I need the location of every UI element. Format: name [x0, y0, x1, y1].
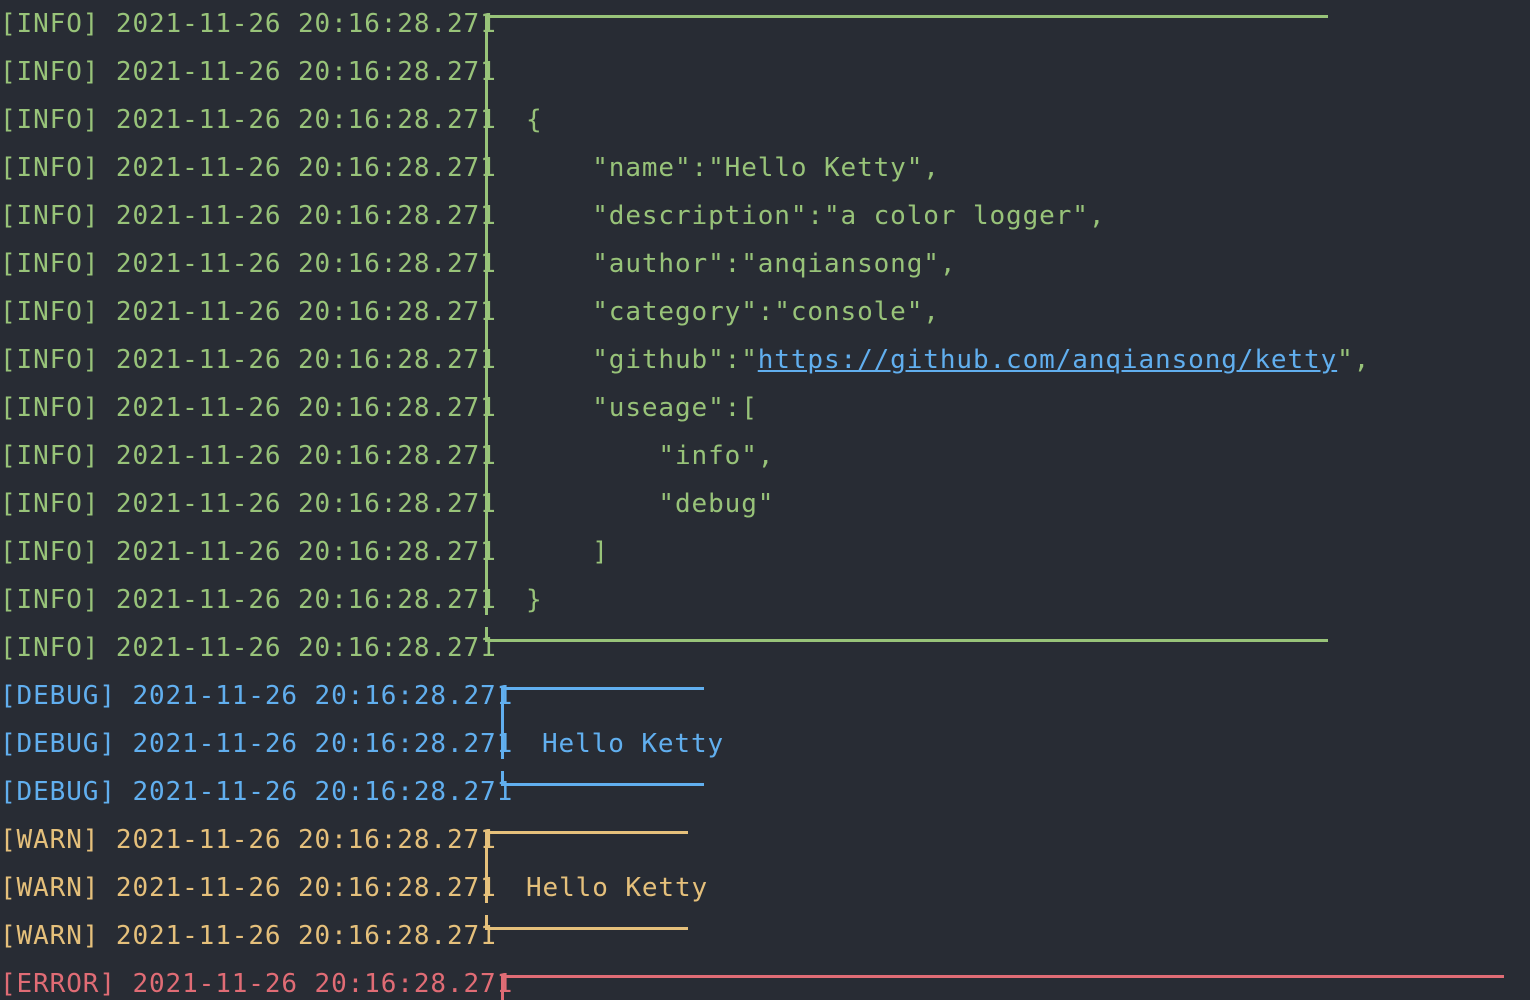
json-open-brace: { [526, 105, 543, 135]
log-line-info: [INFO] 2021-11-26 20:16:28.271 [0, 528, 497, 576]
log-level-tag: [DEBUG] [0, 681, 116, 711]
log-level-tag: [INFO] [0, 345, 100, 375]
json-useage-line: "useage":[ [526, 393, 758, 423]
debug-message: Hello Ketty [542, 729, 725, 759]
json-author-line: "author":"anqiansong", [526, 249, 957, 279]
log-timestamp: 2021-11-26 20:16:28.271 [115, 105, 497, 135]
log-timestamp: 2021-11-26 20:16:28.271 [115, 57, 497, 87]
json-useage-item-debug: "debug" [526, 489, 775, 519]
info-box-bottom-border [485, 627, 1328, 642]
log-timestamp: 2021-11-26 20:16:28.271 [115, 393, 497, 423]
error-box-side-border [501, 987, 504, 1000]
log-level-tag: [INFO] [0, 201, 100, 231]
log-level-tag: [INFO] [0, 57, 100, 87]
log-line-info: [INFO] 2021-11-26 20:16:28.271 [0, 288, 497, 336]
log-line-info: [INFO] 2021-11-26 20:16:28.271 [0, 624, 497, 672]
log-level-tag: [INFO] [0, 297, 100, 327]
log-line-info: [INFO] 2021-11-26 20:16:28.271 [0, 240, 497, 288]
log-timestamp: 2021-11-26 20:16:28.271 [115, 537, 497, 567]
json-name-line: "name":"Hello Ketty", [526, 153, 940, 183]
log-level-tag: [WARN] [0, 825, 100, 855]
log-line-info: [INFO] 2021-11-26 20:16:28.271 [0, 576, 497, 624]
json-github-line: "github":"https://github.com/anqiansong/… [526, 336, 1370, 384]
warn-box-top-border [485, 831, 688, 846]
log-line-info: [INFO] 2021-11-26 20:16:28.271 [0, 48, 497, 96]
log-timestamp: 2021-11-26 20:16:28.271 [132, 681, 514, 711]
log-timestamp: 2021-11-26 20:16:28.271 [115, 345, 497, 375]
log-timestamp: 2021-11-26 20:16:28.271 [115, 153, 497, 183]
log-level-tag: [INFO] [0, 489, 100, 519]
warn-box-side-border [485, 843, 488, 903]
log-line-info: [INFO] 2021-11-26 20:16:28.271 [0, 192, 497, 240]
log-level-tag: [INFO] [0, 249, 100, 279]
log-level-tag: [INFO] [0, 585, 100, 615]
log-line-warn: [WARN] 2021-11-26 20:16:28.271 [0, 912, 497, 960]
error-box-top-border [501, 975, 1504, 990]
log-line-info: [INFO] 2021-11-26 20:16:28.271 [0, 0, 497, 48]
log-level-tag: [DEBUG] [0, 729, 116, 759]
log-level-tag: [INFO] [0, 9, 100, 39]
github-link[interactable]: https://github.com/anqiansong/ketty [758, 345, 1337, 375]
log-line-debug: [DEBUG] 2021-11-26 20:16:28.271 [0, 672, 513, 720]
warn-box-bottom-border [485, 915, 688, 930]
log-timestamp: 2021-11-26 20:16:28.271 [132, 729, 514, 759]
json-useage-item-info: "info", [526, 441, 775, 471]
log-line-info: [INFO] 2021-11-26 20:16:28.271 [0, 384, 497, 432]
log-timestamp: 2021-11-26 20:16:28.271 [115, 921, 497, 951]
log-timestamp: 2021-11-26 20:16:28.271 [115, 9, 497, 39]
json-close-brace: } [526, 585, 543, 615]
log-level-tag: [DEBUG] [0, 777, 116, 807]
json-description-line: "description":"a color logger", [526, 201, 1106, 231]
log-timestamp: 2021-11-26 20:16:28.271 [115, 201, 497, 231]
log-timestamp: 2021-11-26 20:16:28.271 [115, 297, 497, 327]
json-github-key: "github":" [526, 345, 758, 375]
log-timestamp: 2021-11-26 20:16:28.271 [115, 489, 497, 519]
log-level-tag: [INFO] [0, 537, 100, 567]
json-useage-close: ] [526, 537, 609, 567]
warn-message: Hello Ketty [526, 873, 709, 903]
log-line-debug: [DEBUG] 2021-11-26 20:16:28.271 [0, 768, 513, 816]
log-timestamp: 2021-11-26 20:16:28.271 [132, 777, 514, 807]
info-box-side-border [485, 27, 488, 615]
log-line-debug: [DEBUG] 2021-11-26 20:16:28.271 [0, 720, 513, 768]
log-line-info: [INFO] 2021-11-26 20:16:28.271 [0, 480, 497, 528]
log-timestamp: 2021-11-26 20:16:28.271 [115, 441, 497, 471]
json-github-suffix: ", [1337, 345, 1371, 375]
log-line-info: [INFO] 2021-11-26 20:16:28.271 [0, 432, 497, 480]
log-level-tag: [INFO] [0, 393, 100, 423]
log-timestamp: 2021-11-26 20:16:28.271 [132, 969, 514, 999]
log-timestamp: 2021-11-26 20:16:28.271 [115, 873, 497, 903]
log-line-info: [INFO] 2021-11-26 20:16:28.271 [0, 96, 497, 144]
debug-box-side-border [501, 699, 504, 759]
info-box-top-border [485, 15, 1328, 30]
log-timestamp: 2021-11-26 20:16:28.271 [115, 825, 497, 855]
log-line-warn: [WARN] 2021-11-26 20:16:28.271 [0, 816, 497, 864]
log-timestamp: 2021-11-26 20:16:28.271 [115, 633, 497, 663]
log-level-tag: [INFO] [0, 153, 100, 183]
log-level-tag: [WARN] [0, 873, 100, 903]
log-timestamp: 2021-11-26 20:16:28.271 [115, 249, 497, 279]
log-level-tag: [ERROR] [0, 969, 116, 999]
log-level-tag: [INFO] [0, 105, 100, 135]
log-line-warn: [WARN] 2021-11-26 20:16:28.271 [0, 864, 497, 912]
log-timestamp: 2021-11-26 20:16:28.271 [115, 585, 497, 615]
log-level-tag: [INFO] [0, 633, 100, 663]
log-line-info: [INFO] 2021-11-26 20:16:28.271 [0, 336, 497, 384]
log-level-tag: [INFO] [0, 441, 100, 471]
debug-box-top-border [501, 687, 704, 702]
debug-box-bottom-border [501, 771, 704, 786]
log-level-tag: [WARN] [0, 921, 100, 951]
terminal-console: [INFO] 2021-11-26 20:16:28.271 [INFO] 20… [0, 0, 1530, 1000]
log-line-info: [INFO] 2021-11-26 20:16:28.271 [0, 144, 497, 192]
log-line-error: [ERROR] 2021-11-26 20:16:28.271 [0, 960, 513, 1000]
json-category-line: "category":"console", [526, 297, 940, 327]
